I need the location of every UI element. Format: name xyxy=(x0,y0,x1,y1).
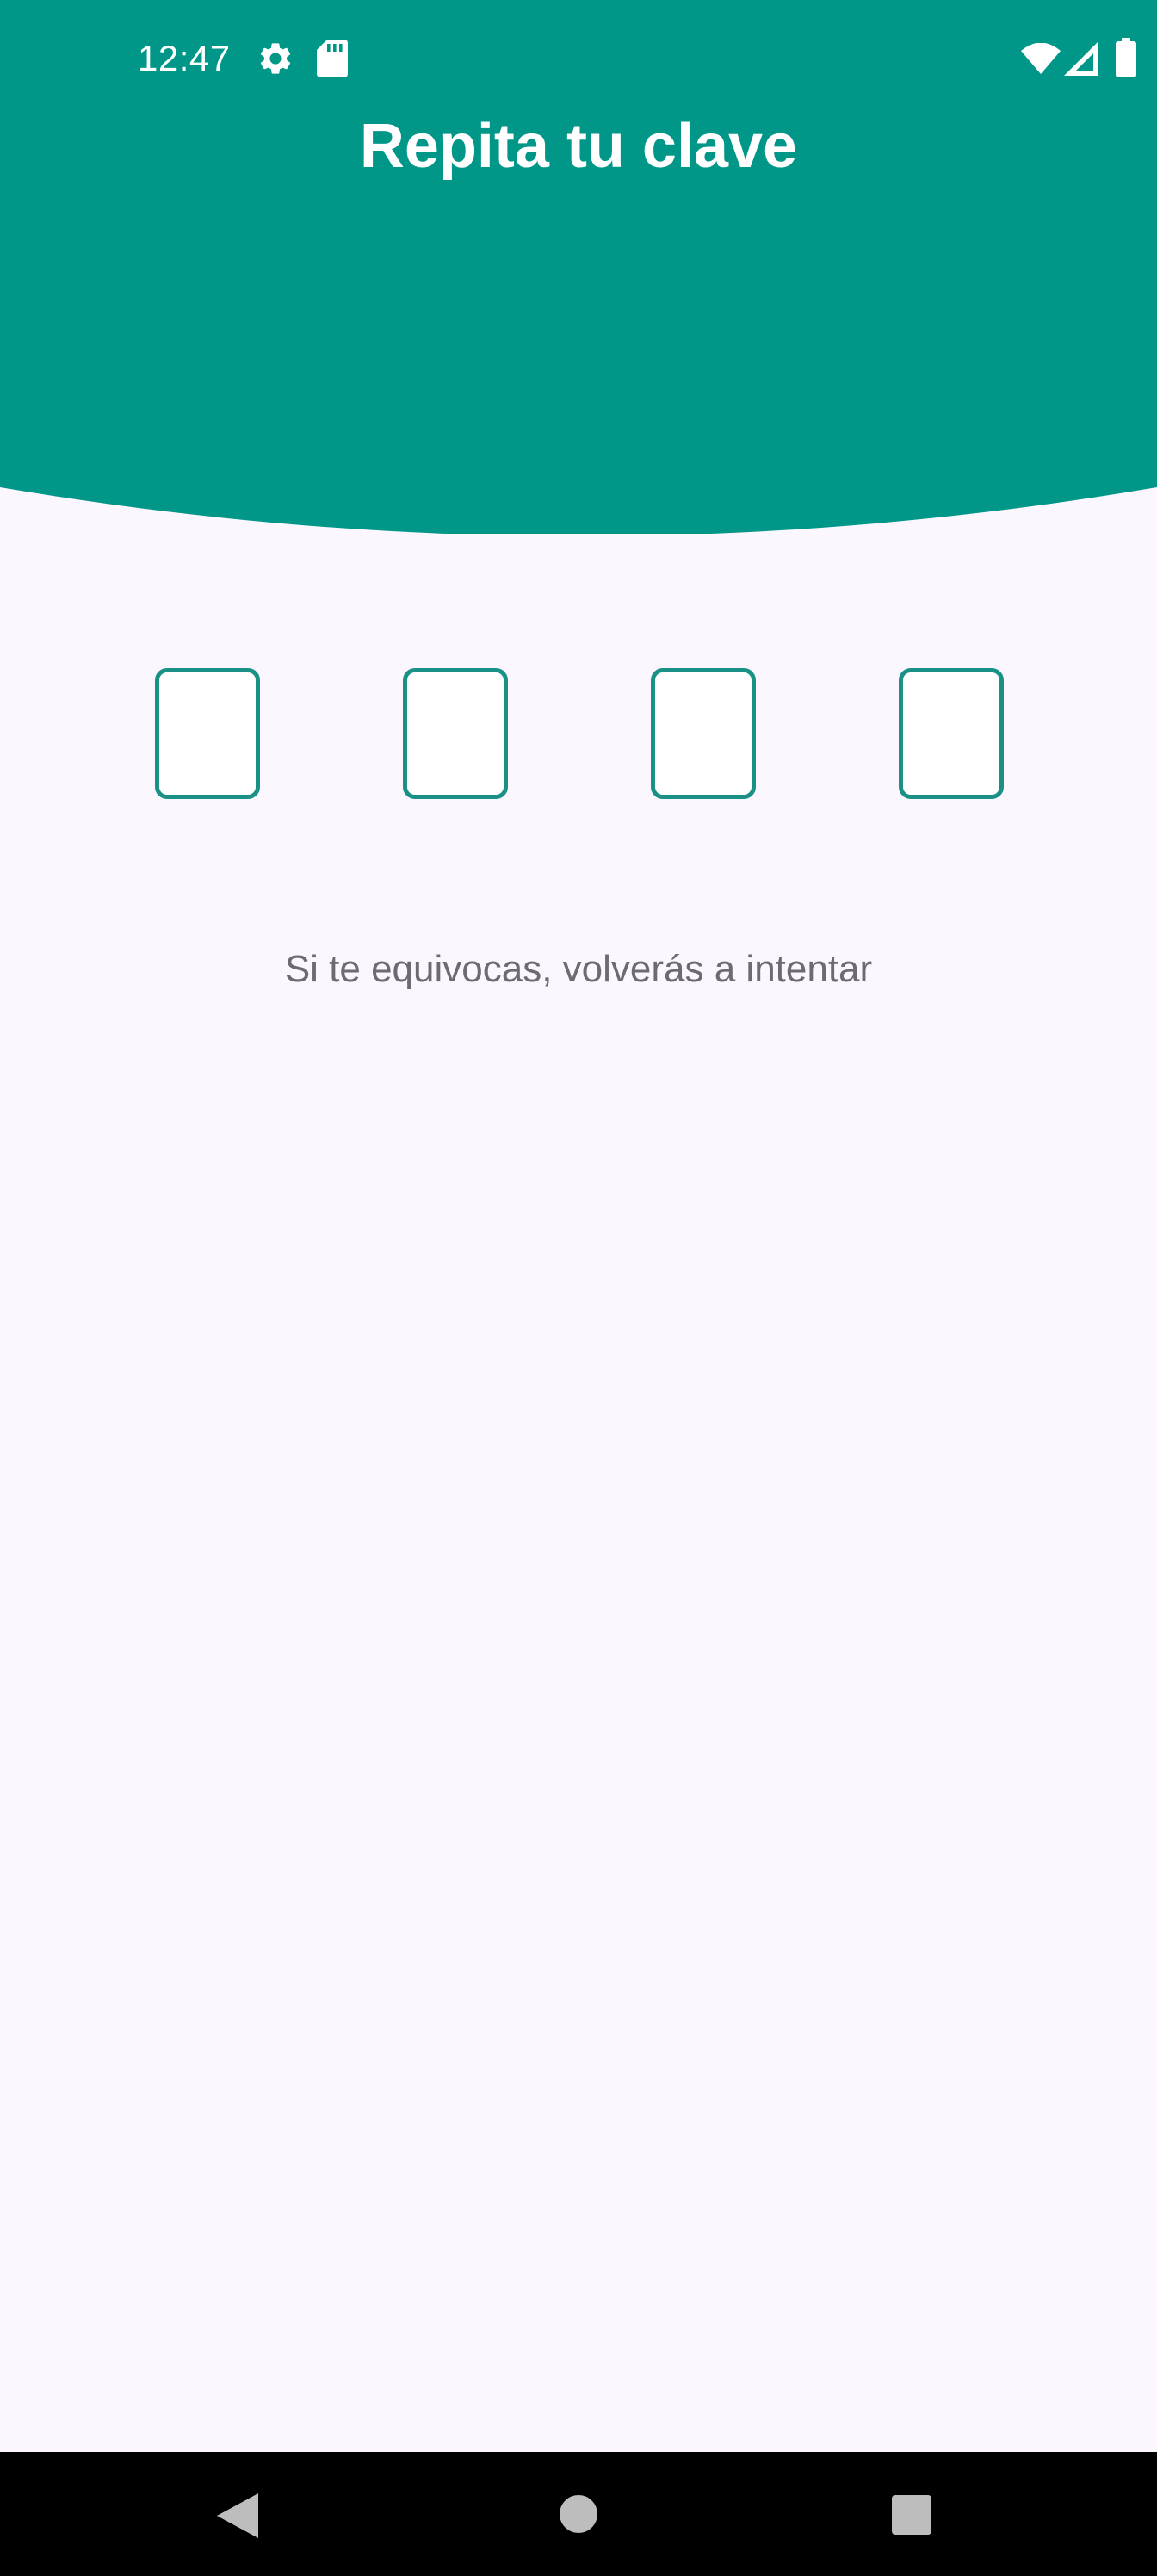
home-button[interactable] xyxy=(560,2495,597,2533)
header: 12:47 Repita tu clave xyxy=(0,0,1157,534)
gear-icon xyxy=(260,43,291,74)
status-bar: 12:47 xyxy=(0,0,1157,117)
status-time: 12:47 xyxy=(138,38,231,78)
back-button[interactable] xyxy=(217,2493,258,2538)
pin-digit-box-4[interactable] xyxy=(899,668,1004,799)
pin-digit-box-1[interactable] xyxy=(155,668,260,799)
recents-button[interactable] xyxy=(892,2495,931,2535)
sd-card-icon xyxy=(317,40,348,77)
page-title: Repita tu clave xyxy=(359,112,798,181)
pin-digit-box-3[interactable] xyxy=(651,668,756,799)
battery-icon xyxy=(1116,38,1136,77)
cell-signal-icon xyxy=(1064,41,1098,76)
wifi-icon xyxy=(1021,43,1061,74)
hint-text: Si te equivocas, volverás a intentar xyxy=(284,948,873,990)
recents-square-icon xyxy=(892,2495,931,2535)
navigation-bar xyxy=(0,2452,1157,2576)
back-triangle-icon xyxy=(217,2493,258,2538)
pin-digit-box-2[interactable] xyxy=(403,668,508,799)
pin-input-row xyxy=(155,668,1004,799)
home-circle-icon xyxy=(560,2495,597,2533)
